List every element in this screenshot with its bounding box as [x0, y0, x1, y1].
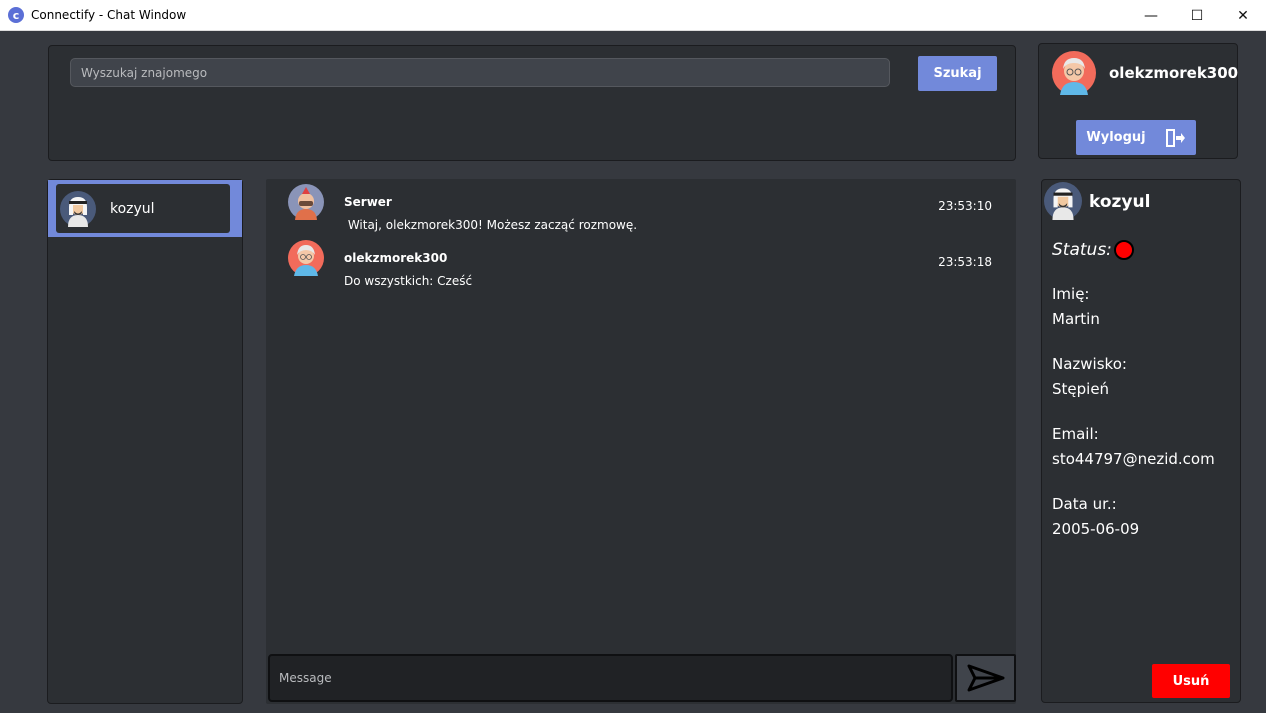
email-label: Email: — [1052, 425, 1099, 443]
window-title: Connectify - Chat Window — [31, 8, 187, 22]
last-name-label: Nazwisko: — [1052, 355, 1127, 373]
birth-date-value: 2005-06-09 — [1052, 520, 1140, 538]
message-time: 23:53:18 — [938, 255, 992, 269]
minimize-button[interactable]: — — [1128, 0, 1174, 31]
message-item: olekzmorek300 23:53:18 Do wszystkich: Cz… — [288, 240, 994, 290]
friend-item-selected-highlight: kozyul — [48, 180, 242, 237]
send-icon — [967, 664, 1004, 692]
search-button[interactable]: Szukaj — [918, 56, 997, 91]
title-bar: c Connectify - Chat Window — ☐ ✕ — [0, 0, 1266, 31]
chat-panel: Serwer 23:53:10 Witaj, olekzmorek300! Mo… — [266, 179, 1016, 704]
status-label: Status: — [1052, 240, 1112, 260]
friend-avatar-icon — [60, 190, 96, 227]
friend-name: kozyul — [110, 200, 155, 217]
server-avatar-icon — [288, 184, 324, 220]
close-button[interactable]: ✕ — [1220, 0, 1266, 31]
message-time: 23:53:10 — [938, 199, 992, 213]
search-panel: Szukaj — [48, 45, 1016, 161]
profile-panel: kozyul Status: Imię: Martin Nazwisko: St… — [1041, 179, 1241, 703]
window-controls: — ☐ ✕ — [1128, 0, 1266, 31]
user-avatar-icon — [288, 240, 324, 276]
delete-friend-button[interactable]: Usuń — [1152, 664, 1230, 698]
search-input[interactable] — [70, 58, 890, 87]
profile-avatar-icon — [1044, 182, 1082, 220]
friend-item-kozyul[interactable]: kozyul — [56, 184, 230, 233]
email-value: sto44797@nezid.com — [1052, 450, 1215, 468]
app-logo-icon: c — [8, 7, 24, 23]
maximize-button[interactable]: ☐ — [1174, 0, 1220, 31]
first-name-value: Martin — [1052, 310, 1100, 328]
message-text: Witaj, olekzmorek300! Możesz zacząć rozm… — [344, 218, 638, 232]
status-indicator — [1113, 240, 1134, 260]
message-text: Do wszystkich: Cześć — [344, 274, 473, 288]
message-author: Serwer — [344, 195, 392, 209]
birth-date-label: Data ur.: — [1052, 495, 1117, 513]
send-button[interactable] — [955, 654, 1016, 702]
user-avatar-icon — [1052, 51, 1096, 95]
status-row: Status: — [1052, 240, 1134, 260]
logout-label: Wyloguj — [1086, 130, 1146, 145]
logout-button[interactable]: Wyloguj — [1076, 120, 1196, 155]
logout-icon — [1165, 128, 1185, 147]
message-item: Serwer 23:53:10 Witaj, olekzmorek300! Mo… — [288, 184, 994, 234]
current-user-panel: olekzmorek300 Wyloguj — [1038, 43, 1238, 159]
current-username: olekzmorek300 — [1109, 64, 1239, 82]
friends-list-panel: kozyul — [47, 179, 243, 704]
message-author: olekzmorek300 — [344, 251, 448, 265]
first-name-label: Imię: — [1052, 285, 1090, 303]
profile-name: kozyul — [1089, 192, 1151, 212]
last-name-value: Stępień — [1052, 380, 1110, 398]
message-input[interactable] — [268, 654, 953, 702]
